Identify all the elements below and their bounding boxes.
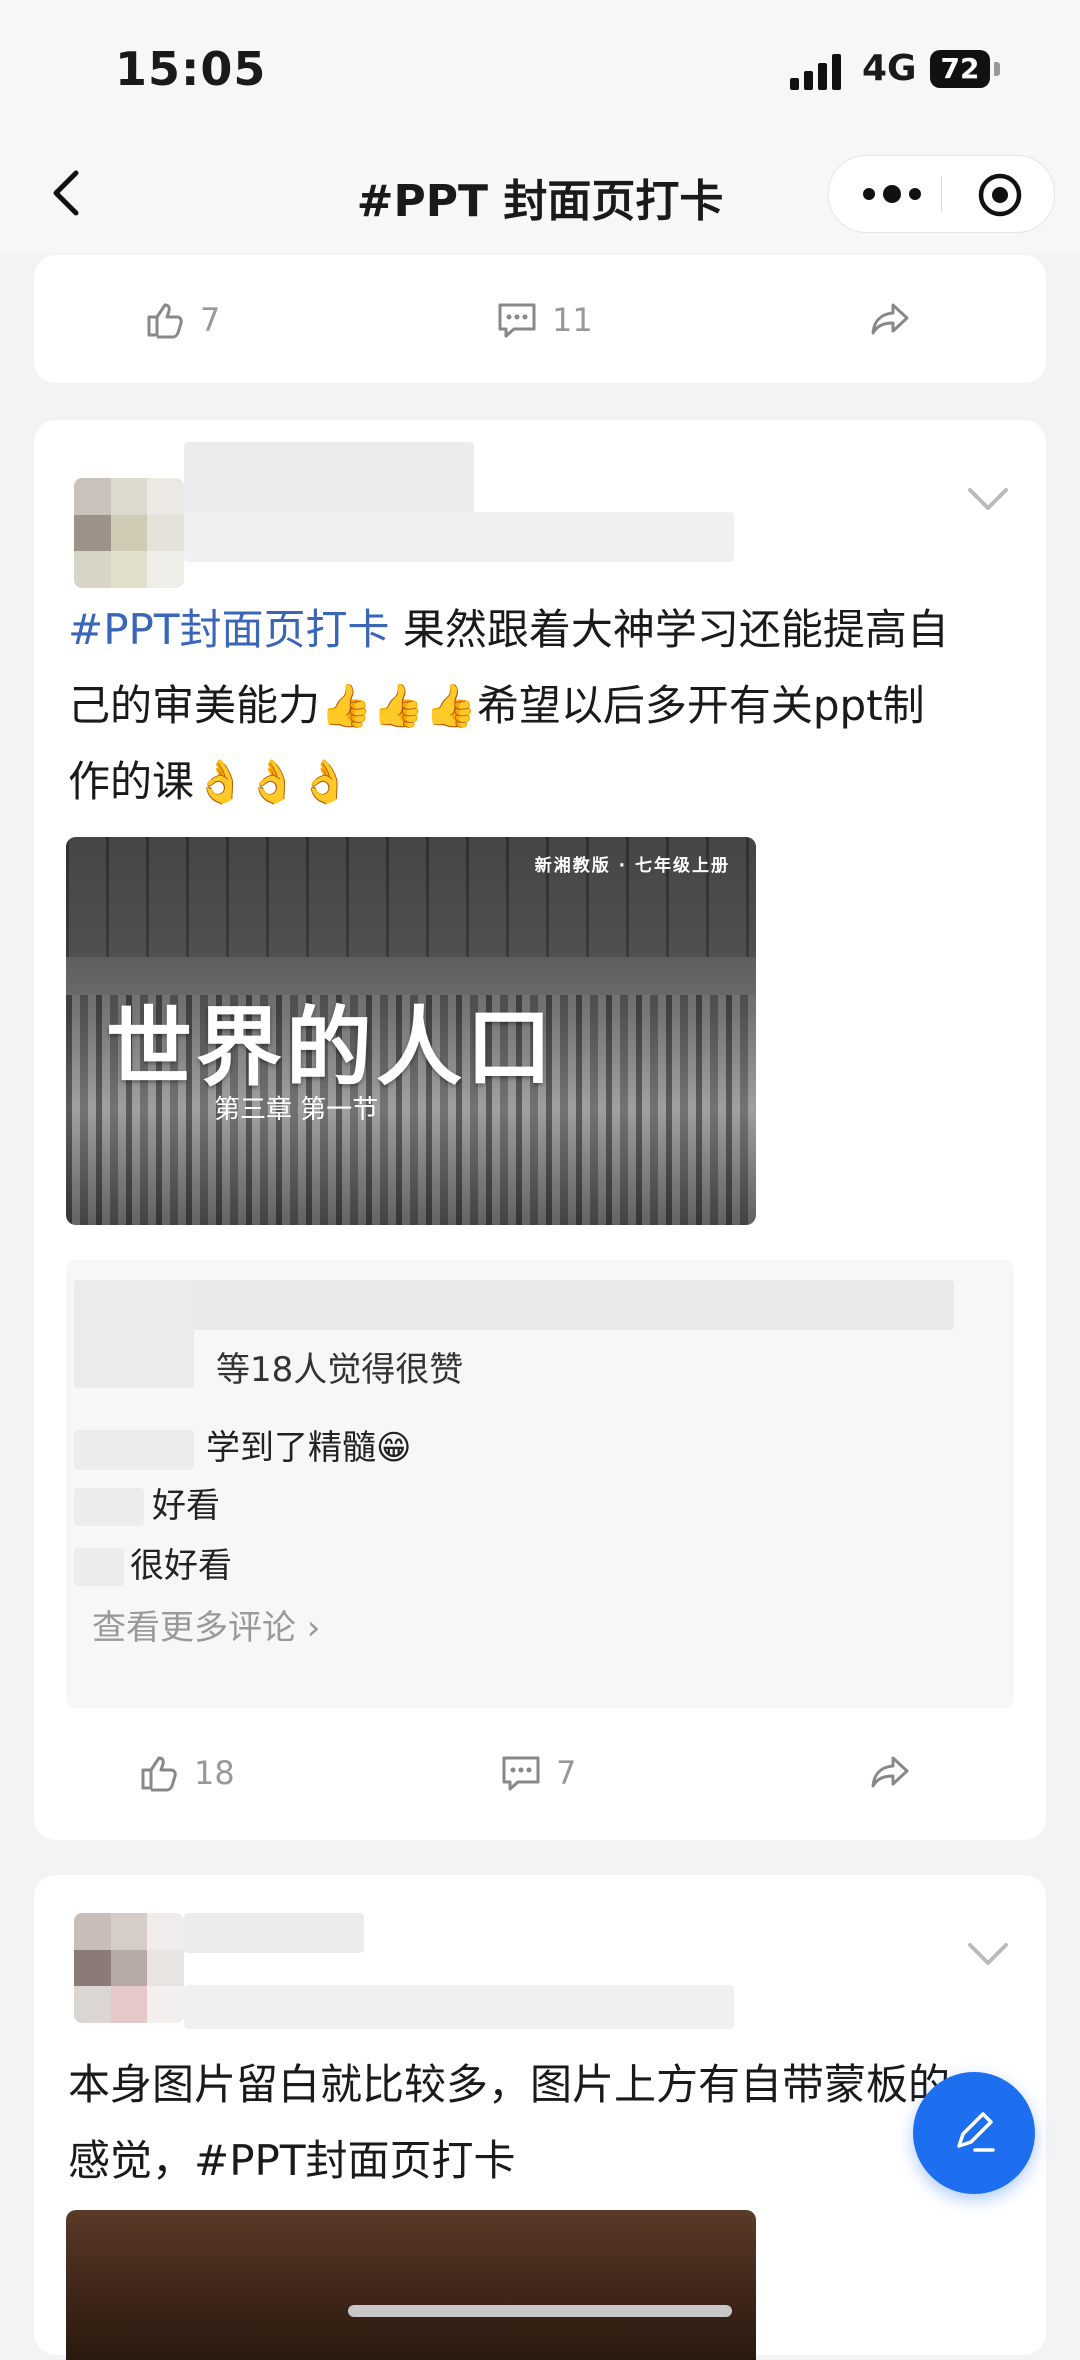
image-title-text: 世界的人口 <box>106 998 556 1098</box>
comment-button[interactable]: 7 <box>500 1738 576 1808</box>
battery-icon: 72 <box>930 50 1002 88</box>
status-bar: 15:05 4G 72 <box>0 0 1080 135</box>
hashtag-link[interactable]: #PPT封面页打卡 <box>68 605 390 654</box>
close-mini-program-icon[interactable] <box>977 172 1023 218</box>
thumbs-up-icon <box>141 1756 177 1792</box>
post-text-line: 作的课👌👌👌 <box>68 757 351 806</box>
avatar[interactable] <box>74 478 184 588</box>
back-arrow-icon[interactable] <box>40 163 100 223</box>
chevron-down-icon[interactable] <box>964 484 1012 514</box>
post-actions: 7 11 <box>34 285 1046 355</box>
post-meta-blurred <box>184 1985 734 2029</box>
chevron-down-icon[interactable] <box>964 1939 1012 1969</box>
network-type: 4G <box>862 48 917 89</box>
compose-post-button[interactable] <box>913 2072 1035 2194</box>
liker-avatar-blurred <box>74 1280 194 1388</box>
username-blurred <box>184 1913 364 1953</box>
comment-icon <box>498 303 536 338</box>
post-card-main: #PPT封面页打卡 果然跟着大神学习还能提高自 己的审美能力👍👍👍希望以后多开有… <box>34 420 1046 1840</box>
avatar[interactable] <box>74 1913 184 2023</box>
comment-preview: 等18人觉得很赞 学到了精髓😁 好看 很好看 查看更多评论 › <box>66 1260 1014 1708</box>
hashtag-link[interactable]: #PPT封面页打卡 <box>194 2136 516 2185</box>
post-text-line: 感觉， <box>68 2136 195 2185</box>
comment-button[interactable]: 11 <box>496 285 593 355</box>
comment-icon <box>502 1756 540 1791</box>
commenter-name-blurred <box>74 1430 194 1470</box>
post-image[interactable] <box>66 2210 756 2360</box>
post-text-line: 己的审美能力👍👍👍希望以后多开有关ppt制 <box>68 681 925 730</box>
post-body: #PPT封面页打卡 果然跟着大神学习还能提高自 己的审美能力👍👍👍希望以后多开有… <box>68 592 1028 820</box>
comment-text[interactable]: 好看 <box>152 1478 220 1527</box>
thumbs-up-icon <box>147 303 183 339</box>
post-card-previous: 7 11 <box>34 255 1046 383</box>
post-body: 本身图片留白就比较多，图片上方有自带蒙板的 感觉，#PPT封面页打卡 <box>68 2047 1028 2199</box>
image-subtitle-text: 第三章 第一节 <box>214 1095 379 1125</box>
like-count: 18 <box>194 1754 235 1792</box>
like-button[interactable]: 18 <box>138 1738 235 1808</box>
liker-names-blurred <box>74 1280 954 1330</box>
battery-level: 72 <box>930 50 990 88</box>
share-button[interactable] <box>869 1738 911 1808</box>
signal-icon <box>790 54 845 90</box>
share-button[interactable] <box>869 285 911 355</box>
comment-count: 11 <box>552 301 593 339</box>
nav-bar: #PPT 封面页打卡 <box>0 135 1080 253</box>
share-icon <box>871 303 909 335</box>
like-count: 7 <box>200 301 221 339</box>
like-button[interactable]: 7 <box>144 285 220 355</box>
comment-text[interactable]: 学到了精髓😁 <box>206 1420 411 1469</box>
share-icon <box>871 1756 909 1788</box>
post-meta-blurred <box>184 512 734 562</box>
home-indicator <box>348 2305 732 2317</box>
image-publisher-text: 新湘教版 · 七年级上册 <box>534 856 730 876</box>
commenter-name-blurred <box>74 1488 144 1526</box>
commenter-name-blurred <box>74 1548 124 1586</box>
likes-summary[interactable]: 等18人觉得很赞 <box>216 1342 463 1391</box>
post-text-line: 果然跟着大神学习还能提高自 <box>389 605 949 654</box>
post-image[interactable]: 新湘教版 · 七年级上册 世界的人口 第三章 第一节 <box>66 837 756 1225</box>
post-text-line: 本身图片留白就比较多，图片上方有自带蒙板的 <box>68 2060 951 2109</box>
mini-program-capsule <box>828 155 1055 233</box>
status-time: 15:05 <box>115 42 267 96</box>
post-card-next: 本身图片留白就比较多，图片上方有自带蒙板的 感觉，#PPT封面页打卡 <box>34 1875 1046 2360</box>
post-actions: 18 7 <box>34 1738 1046 1808</box>
more-icon[interactable] <box>857 174 927 214</box>
view-more-comments-link[interactable]: 查看更多评论 › <box>92 1600 320 1649</box>
username-blurred <box>184 442 474 520</box>
pencil-icon <box>957 2112 995 2152</box>
comment-text[interactable]: 很好看 <box>130 1538 232 1587</box>
comment-count: 7 <box>556 1754 577 1792</box>
